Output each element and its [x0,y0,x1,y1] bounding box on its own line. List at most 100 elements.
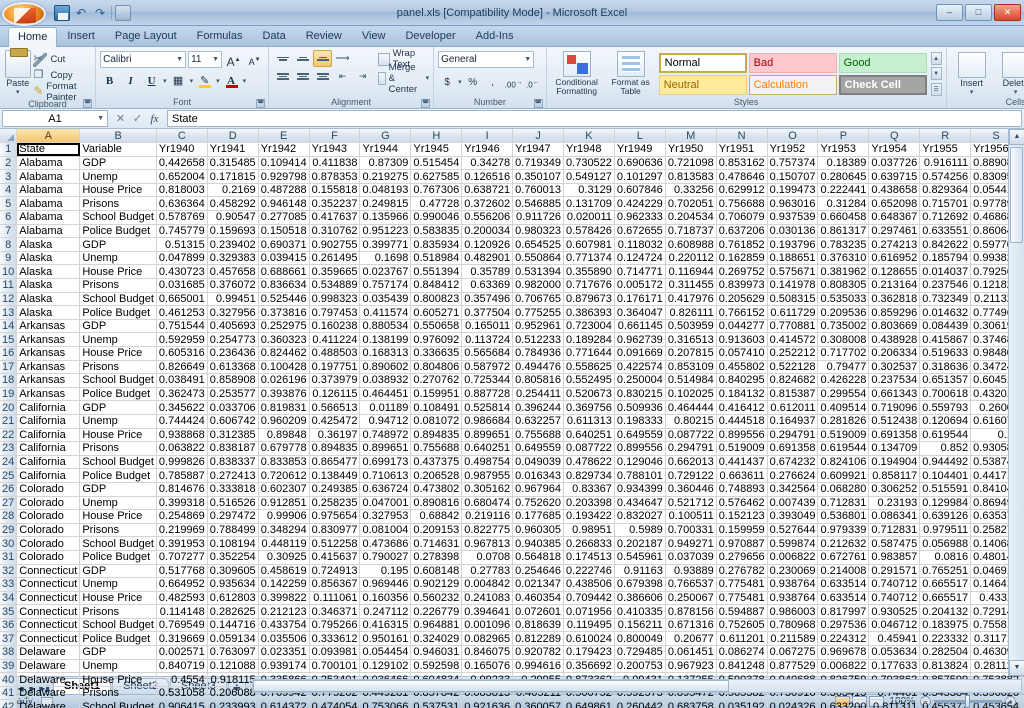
table-row[interactable]: 2 Alabama GDP 0.442658 0.315485 0.109414 0.411… [0,156,1024,171]
row-header-10[interactable]: 10 [0,264,18,280]
cell-K16[interactable]: 0.771644 [563,346,615,361]
cell-Q10[interactable]: 0.128655 [868,264,921,280]
cell-O20[interactable]: 0.612011 [767,400,819,415]
cell-R16[interactable]: 0.519633 [919,346,972,361]
table-row[interactable]: 11 Alaska Prisons 0.031685 0.376072 0.836634 0… [0,278,1024,293]
cell-C41[interactable]: 0.531058 [156,686,208,701]
cell-L2[interactable]: 0.690636 [614,156,666,171]
cell-C30[interactable]: 0.391953 [156,536,208,551]
cell-C33[interactable]: 0.664952 [156,577,208,592]
cell-R26[interactable]: 0.515591 [919,482,972,497]
cell-H28[interactable]: 0.68842 [410,509,463,524]
cell-B19[interactable]: Police Budget [79,387,157,402]
cell-H35[interactable]: 0.226779 [410,604,463,619]
cell-I10[interactable]: 0.35789 [461,264,514,280]
cell-G29[interactable]: 0.081004 [359,523,412,538]
cell-Q25[interactable]: 0.858117 [868,468,921,483]
cell-R23[interactable]: 0.852 [919,441,972,456]
cell-G5[interactable]: 0.249815 [359,196,412,212]
cell-M38[interactable]: 0.061451 [665,645,717,660]
cell-G31[interactable]: 0.790027 [359,550,412,565]
cell-O1[interactable]: Yr1952 [767,142,819,157]
cell-B20[interactable]: GDP [79,400,157,415]
cell-Q3[interactable]: 0.639715 [868,169,921,184]
cell-M36[interactable]: 0.671316 [665,618,717,633]
cell-L3[interactable]: 0.101297 [614,169,666,184]
cell-R12[interactable]: 0.732349 [919,292,972,307]
row-header-21[interactable]: 21 [0,414,18,429]
cell-A8[interactable]: Alaska [16,237,81,252]
cell-F29[interactable]: 0.830977 [309,523,361,538]
font-size-combo[interactable]: 11 ▼ [188,51,223,68]
table-row[interactable]: 9 Alaska Unemp 0.047899 0.329383 0.039415 0.26… [0,251,1024,266]
align-bottom-button[interactable] [313,50,333,67]
cell-M4[interactable]: 0.33256 [665,183,717,198]
cell-J26[interactable]: 0.967964 [512,482,565,497]
cell-I30[interactable]: 0.967813 [461,536,514,551]
cell-A31[interactable]: Colorado [16,550,81,565]
italic-button[interactable]: I [121,72,140,90]
font-dialog-launcher[interactable]: ◚ [256,99,266,108]
cell-F11[interactable]: 0.534889 [309,278,361,293]
cell-H10[interactable]: 0.551394 [410,264,463,280]
cell-H13[interactable]: 0.605271 [410,305,463,320]
cell-D23[interactable]: 0.838187 [207,441,259,456]
table-row[interactable]: 38 Delaware GDP 0.002571 0.763097 0.023351 0.0… [0,645,1024,660]
cell-L17[interactable]: 0.422574 [614,360,666,375]
cell-G21[interactable]: 0.94712 [359,414,412,429]
cell-D6[interactable]: 0.90547 [207,210,259,225]
cell-K21[interactable]: 0.611313 [563,414,615,429]
cell-P28[interactable]: 0.536801 [817,509,870,524]
cell-K38[interactable]: 0.179423 [563,645,615,660]
increase-decimal-button[interactable]: .00→ [504,73,523,91]
cell-D37[interactable]: 0.059134 [207,631,259,647]
cell-K7[interactable]: 0.578426 [563,224,615,239]
cell-M17[interactable]: 0.853109 [665,360,717,375]
cell-I34[interactable]: 0.241083 [461,591,514,606]
row-header-25[interactable]: 25 [0,468,18,483]
cell-A1[interactable]: State [16,142,81,157]
cell-A19[interactable]: Arkansas [16,387,81,402]
cell-D31[interactable]: 0.352254 [207,550,259,565]
horizontal-scrollbar[interactable] [251,679,1022,693]
cell-P14[interactable]: 0.735002 [817,319,870,334]
row-header-27[interactable]: 27 [0,496,18,511]
align-middle-button[interactable] [293,50,312,67]
cell-K27[interactable]: 0.203398 [563,496,615,511]
cell-E32[interactable]: 0.458619 [258,564,310,579]
cell-C24[interactable]: 0.999826 [156,455,208,470]
cell-G38[interactable]: 0.054454 [359,645,412,660]
cell-N28[interactable]: 0.152123 [716,509,768,524]
cell-R6[interactable]: 0.712692 [919,210,972,225]
cell-J3[interactable]: 0.350107 [512,169,565,184]
cell-I23[interactable]: 0.640251 [461,441,514,456]
row-header-34[interactable]: 34 [0,591,18,606]
cell-N8[interactable]: 0.761852 [716,237,768,252]
row-header-22[interactable]: 22 [0,428,18,443]
cell-D7[interactable]: 0.159693 [207,224,259,239]
cell-R13[interactable]: 0.014632 [919,305,972,320]
fill-color-dropdown-icon[interactable]: ▾ [216,77,220,85]
cell-H6[interactable]: 0.990046 [410,210,463,225]
cell-L10[interactable]: 0.714771 [614,264,666,280]
cell-C6[interactable]: 0.578769 [156,210,208,225]
maximize-button[interactable]: □ [965,4,992,21]
cell-H29[interactable]: 0.209153 [410,523,463,538]
cell-R18[interactable]: 0.651357 [919,373,972,388]
cell-G32[interactable]: 0.195 [359,564,412,579]
table-row[interactable]: 20 California GDP 0.345622 0.033706 0.819831 0… [0,400,1024,415]
cell-N11[interactable]: 0.839973 [716,278,768,293]
cell-B30[interactable]: School Budget [79,536,157,551]
table-row[interactable]: 7 Alabama Police Budget 0.745779 0.159693 0.1… [0,224,1024,239]
row-header-32[interactable]: 32 [0,564,18,579]
cell-F2[interactable]: 0.411838 [309,156,361,171]
table-row[interactable]: 19 Arkansas Police Budget 0.362473 0.253577 0… [0,387,1024,402]
cell-K20[interactable]: 0.369756 [563,400,615,415]
column-header-M[interactable]: M [665,129,717,144]
cell-M16[interactable]: 0.207815 [665,346,717,361]
cell-P34[interactable]: 0.633514 [817,591,870,606]
cell-L15[interactable]: 0.962739 [614,332,666,347]
cell-L22[interactable]: 0.649559 [614,428,666,443]
cell-Q24[interactable]: 0.194904 [868,455,921,470]
cell-K5[interactable]: 0.131709 [563,196,615,212]
